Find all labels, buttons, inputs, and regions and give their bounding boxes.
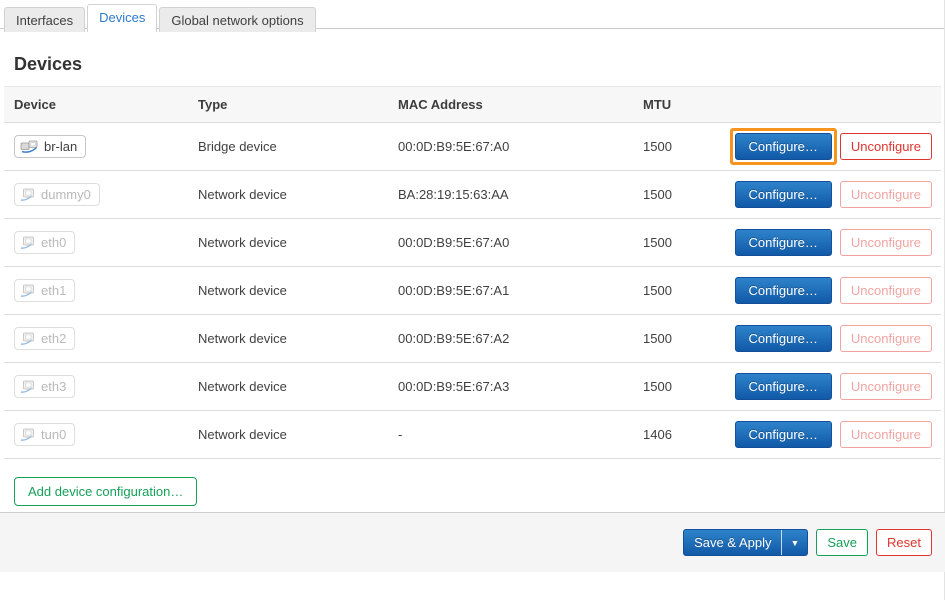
bridge-icon [20,140,39,153]
device-name: br-lan [44,139,77,154]
device-name: eth0 [41,235,66,250]
device-cell: eth0 [4,231,188,254]
devices-table: Device Type MAC Address MTU br-lan Bridg… [4,86,941,459]
unconfigure-button[interactable]: Unconfigure [840,181,932,208]
actions-cell: Configure… Unconfigure [724,277,941,304]
tab-devices[interactable]: Devices [87,4,157,32]
network-tab-bar: InterfacesDevicesGlobal network options [0,0,945,29]
device-cell: tun0 [4,423,188,446]
unconfigure-button[interactable]: Unconfigure [840,325,932,352]
unconfigure-button[interactable]: Unconfigure [840,277,932,304]
mtu-cell: 1500 [633,187,724,202]
type-cell: Network device [188,235,388,250]
footer-action-bar: Save & Apply ▼ Save Reset [0,512,945,572]
device-cell: br-lan [4,135,188,158]
device-cell: eth1 [4,279,188,302]
table-header-row: Device Type MAC Address MTU [4,86,941,123]
actions-cell: Configure… Unconfigure [724,133,941,160]
add-device-configuration-button[interactable]: Add device configuration… [14,477,197,506]
save-button[interactable]: Save [816,529,868,556]
device-cell: eth3 [4,375,188,398]
ethernet-icon [20,332,36,345]
device-name: dummy0 [41,187,91,202]
type-cell: Network device [188,283,388,298]
save-apply-dropdown-caret-icon[interactable]: ▼ [781,530,807,555]
column-header-actions [724,87,941,122]
page-title: Devices [14,54,945,75]
actions-cell: Configure… Unconfigure [724,373,941,400]
mtu-cell: 1406 [633,427,724,442]
configure-button[interactable]: Configure… [735,421,832,448]
table-row: dummy0 Network device BA:28:19:15:63:AA … [4,171,941,219]
actions-cell: Configure… Unconfigure [724,421,941,448]
device-badge: eth2 [14,327,75,350]
ethernet-icon [20,380,36,393]
mtu-cell: 1500 [633,283,724,298]
actions-cell: Configure… Unconfigure [724,229,941,256]
mtu-cell: 1500 [633,235,724,250]
mac-address-cell: 00:0D:B9:5E:67:A0 [388,139,633,154]
mtu-cell: 1500 [633,331,724,346]
device-cell: eth2 [4,327,188,350]
unconfigure-button[interactable]: Unconfigure [840,133,932,160]
ethernet-icon [20,188,36,201]
actions-cell: Configure… Unconfigure [724,325,941,352]
configure-button[interactable]: Configure… [735,325,832,352]
device-badge: eth0 [14,231,75,254]
configure-button[interactable]: Configure… [735,181,832,208]
mac-address-cell: 00:0D:B9:5E:67:A3 [388,379,633,394]
type-cell: Network device [188,427,388,442]
device-badge: eth1 [14,279,75,302]
configure-button[interactable]: Configure… [735,373,832,400]
device-name: tun0 [41,427,66,442]
device-badge: eth3 [14,375,75,398]
mac-address-cell: - [388,427,633,442]
column-header-mtu: MTU [633,87,724,122]
type-cell: Network device [188,187,388,202]
device-badge: tun0 [14,423,75,446]
tab-interfaces[interactable]: Interfaces [4,7,85,32]
column-header-device: Device [4,87,188,122]
actions-cell: Configure… Unconfigure [724,181,941,208]
device-name: eth2 [41,331,66,346]
type-cell: Network device [188,331,388,346]
mac-address-cell: BA:28:19:15:63:AA [388,187,633,202]
table-row: eth1 Network device 00:0D:B9:5E:67:A1 15… [4,267,941,315]
configure-button[interactable]: Configure… [735,277,832,304]
table-row: eth0 Network device 00:0D:B9:5E:67:A0 15… [4,219,941,267]
device-badge: dummy0 [14,183,100,206]
mac-address-cell: 00:0D:B9:5E:67:A0 [388,235,633,250]
device-cell: dummy0 [4,183,188,206]
unconfigure-button[interactable]: Unconfigure [840,373,932,400]
table-row: eth2 Network device 00:0D:B9:5E:67:A2 15… [4,315,941,363]
reset-button[interactable]: Reset [876,529,932,556]
table-row: br-lan Bridge device 00:0D:B9:5E:67:A0 1… [4,123,941,171]
mtu-cell: 1500 [633,379,724,394]
column-header-type: Type [188,87,388,122]
type-cell: Network device [188,379,388,394]
save-apply-button[interactable]: Save & Apply [684,530,781,555]
table-row: eth3 Network device 00:0D:B9:5E:67:A3 15… [4,363,941,411]
unconfigure-button[interactable]: Unconfigure [840,229,932,256]
configure-highlight-ring: Configure… [730,128,837,165]
device-name: eth1 [41,283,66,298]
table-row: tun0 Network device - 1406 Configure… Un… [4,411,941,459]
ethernet-icon [20,236,36,249]
table-body: br-lan Bridge device 00:0D:B9:5E:67:A0 1… [4,123,941,459]
type-cell: Bridge device [188,139,388,154]
device-name: eth3 [41,379,66,394]
unconfigure-button[interactable]: Unconfigure [840,421,932,448]
configure-button[interactable]: Configure… [735,229,832,256]
configure-button[interactable]: Configure… [735,133,832,160]
mac-address-cell: 00:0D:B9:5E:67:A1 [388,283,633,298]
ethernet-icon [20,428,36,441]
column-header-mac: MAC Address [388,87,633,122]
mtu-cell: 1500 [633,139,724,154]
mac-address-cell: 00:0D:B9:5E:67:A2 [388,331,633,346]
save-apply-split-button: Save & Apply ▼ [683,529,808,556]
ethernet-icon [20,284,36,297]
device-badge: br-lan [14,135,86,158]
tab-global-network-options[interactable]: Global network options [159,7,315,32]
